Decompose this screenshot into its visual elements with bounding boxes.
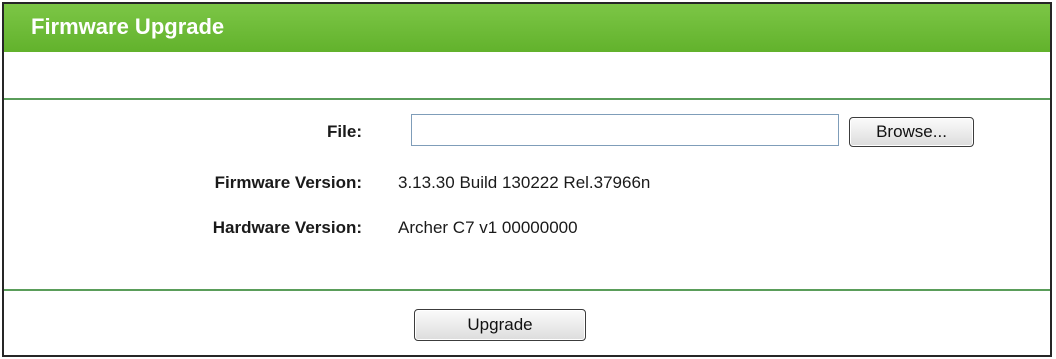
- hardware-version-value: Archer C7 v1 00000000: [398, 218, 578, 237]
- browse-button[interactable]: Browse...: [849, 117, 974, 147]
- file-label: File:: [327, 122, 362, 141]
- upgrade-button[interactable]: Upgrade: [414, 309, 586, 341]
- file-path-input[interactable]: [411, 114, 839, 146]
- firmware-upgrade-panel: Firmware Upgrade File: Browse... Firmwar…: [2, 2, 1052, 357]
- firmware-version-label: Firmware Version:: [214, 173, 362, 192]
- hardware-version-label: Hardware Version:: [212, 218, 362, 237]
- bottom-divider: [4, 289, 1050, 291]
- title-bar: Firmware Upgrade: [4, 4, 1050, 52]
- top-divider: [4, 98, 1050, 100]
- firmware-version-value: 3.13.30 Build 130222 Rel.37966n: [398, 173, 651, 192]
- page-title: Firmware Upgrade: [31, 14, 225, 39]
